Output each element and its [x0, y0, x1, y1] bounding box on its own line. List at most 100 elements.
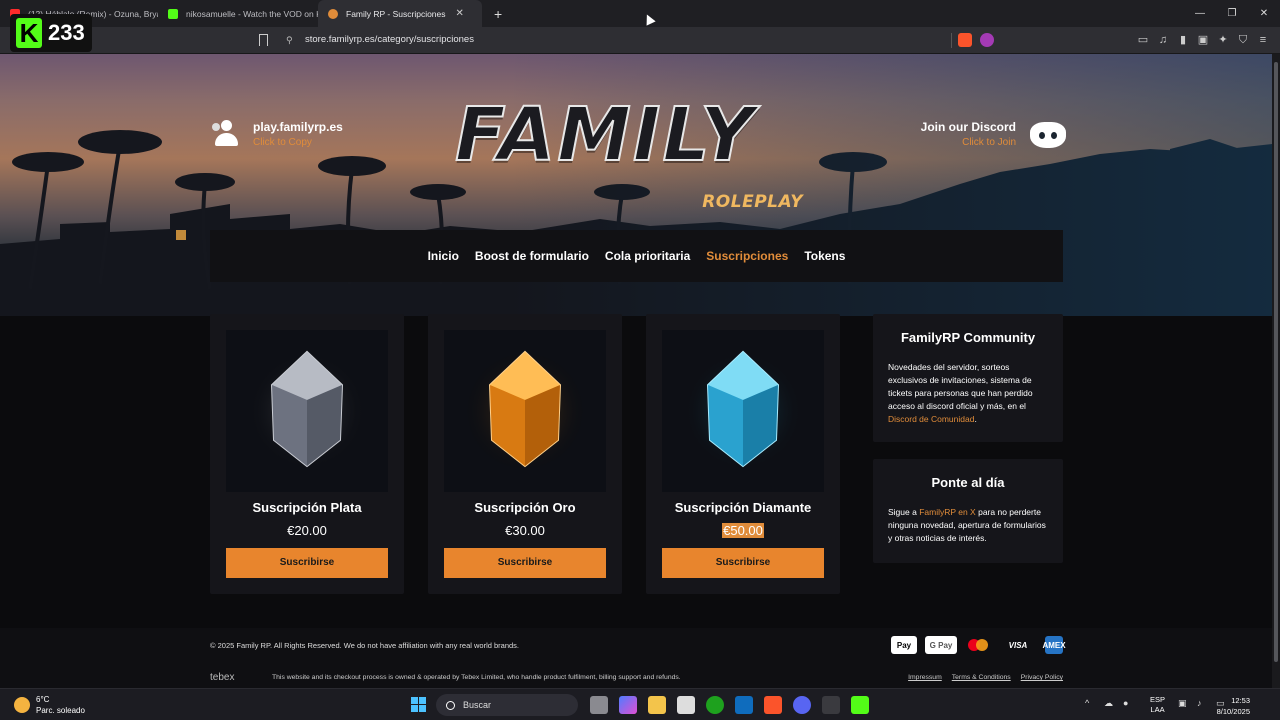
lang-code: ESP	[1150, 695, 1166, 704]
apple-pay-label: Pay	[896, 640, 912, 650]
network-icon[interactable]: ▣	[1178, 698, 1188, 710]
product-price: €20.00	[287, 523, 327, 538]
product-card-oro[interactable]: Suscripción Oro €30.00 Suscribirse	[428, 314, 622, 594]
minimize-button[interactable]: —	[1184, 0, 1216, 27]
tab-title: nikosamuelle - Watch the VOD on Ki	[186, 8, 318, 19]
copy-link[interactable]: Click to Copy	[253, 135, 343, 150]
nav-boost-de-formulario[interactable]: Boost de formulario	[475, 249, 589, 263]
weather-widget[interactable]: 6°C Parc. soleado	[14, 694, 85, 716]
kick-counter: 233	[48, 20, 85, 45]
widget-text: Sigue a FamilyRP en X para no perderte n…	[888, 506, 1048, 545]
clock-time: 12:53	[1231, 696, 1250, 705]
subscribe-button[interactable]: Suscribirse	[444, 548, 606, 578]
terms-link[interactable]: Terms & Conditions	[952, 674, 1011, 681]
tab-familyrp[interactable]: Family RP - Suscripciones ✕	[318, 0, 482, 27]
wallet-icon[interactable]: ▣	[1196, 33, 1210, 47]
window-controls: — ❐ ✕	[1184, 0, 1280, 27]
bookmark-icon[interactable]	[259, 34, 268, 46]
copyright-text: © 2025 Family RP. All Rights Reserved. W…	[210, 641, 520, 650]
outlook-icon[interactable]	[735, 696, 753, 714]
visa-icon: VISA	[999, 636, 1037, 654]
xbox-icon[interactable]	[706, 696, 724, 714]
impressum-link[interactable]: Impressum	[908, 674, 942, 681]
sidebar-icon[interactable]: ▮	[1176, 33, 1190, 47]
menu-icon[interactable]: ≡	[1256, 33, 1270, 47]
language-indicator[interactable]: ESP LAA	[1150, 695, 1165, 715]
close-window-button[interactable]: ✕	[1248, 0, 1280, 27]
toolbar-icons: ▭ ♫ ▮ ▣ ✦ ⛉ ≡	[1136, 33, 1270, 47]
windows-start-icon[interactable]	[411, 697, 426, 712]
kick-overlay: K 233	[10, 14, 92, 52]
weather-desc: Parc. soleado	[36, 706, 85, 715]
divider	[951, 33, 952, 48]
restore-button[interactable]: ❐	[1216, 0, 1248, 27]
search-icon	[446, 700, 455, 710]
page-scrollbar[interactable]	[1272, 54, 1280, 688]
subscribe-button[interactable]: Suscribirse	[226, 548, 388, 578]
brave-rewards-icon[interactable]	[980, 33, 994, 47]
system-clock[interactable]: 12:53 8/10/2025	[1217, 695, 1250, 717]
join-link[interactable]: Click to Join	[921, 135, 1016, 150]
volume-icon[interactable]: ♪	[1197, 698, 1207, 710]
mic-icon[interactable]: ●	[1123, 698, 1133, 710]
nav-cola-prioritaria[interactable]: Cola prioritaria	[605, 249, 690, 263]
users-icon	[212, 120, 240, 150]
nav-inicio[interactable]: Inicio	[428, 249, 459, 263]
discord-widget[interactable]: Join our Discord Click to Join	[921, 120, 1066, 150]
discord-community-link[interactable]: Discord de Comunidad	[888, 414, 974, 424]
product-price: €50.00	[646, 523, 840, 538]
pinned-apps	[590, 696, 869, 714]
media-icon[interactable]: ♫	[1156, 33, 1170, 47]
tab-kick[interactable]: nikosamuelle - Watch the VOD on Ki	[158, 0, 318, 27]
kick-taskbar-icon[interactable]	[851, 696, 869, 714]
taskbar-search[interactable]: Buscar	[436, 694, 578, 716]
widget-text: Novedades del servidor, sorteos exclusiv…	[888, 361, 1048, 426]
nav-tokens[interactable]: Tokens	[804, 249, 845, 263]
close-tab-icon[interactable]: ✕	[456, 8, 464, 19]
chevron-up-icon[interactable]: ^	[1085, 698, 1095, 710]
product-card-diamante[interactable]: Suscripción Diamante €50.00 Suscribirse	[646, 314, 840, 594]
nav-suscripciones[interactable]: Suscripciones	[706, 249, 788, 263]
server-address[interactable]: play.familyrp.es Click to Copy	[212, 120, 343, 150]
task-view-icon[interactable]	[590, 696, 608, 714]
news-pre-text: Sigue a	[888, 507, 920, 517]
familyrp-x-link[interactable]: FamilyRP en X	[919, 507, 976, 517]
kick-logo-icon: K	[16, 18, 42, 48]
web-page: FAMILY ROLEPLAY play.familyrp.es Click t…	[0, 54, 1280, 688]
privacy-link[interactable]: Privacy Policy	[1021, 674, 1063, 681]
subscribe-button[interactable]: Suscribirse	[662, 548, 824, 578]
leo-ai-icon[interactable]: ✦	[1216, 33, 1230, 47]
scrollbar-thumb[interactable]	[1274, 62, 1278, 662]
price-highlight: €50.00	[722, 523, 764, 538]
amex-label: AMEX	[1042, 640, 1066, 650]
punctuation: .	[974, 414, 977, 424]
search-placeholder: Buscar	[463, 700, 492, 710]
weather-temp: 6°C	[36, 695, 50, 704]
logo-main-text: FAMILY	[454, 91, 756, 179]
brave-shields-icon[interactable]	[958, 33, 972, 47]
weather-icon	[14, 697, 30, 713]
site-info-icon[interactable]: ⚲	[286, 35, 293, 46]
copilot-icon[interactable]	[619, 696, 637, 714]
discord-taskbar-icon[interactable]	[793, 696, 811, 714]
store-icon[interactable]	[677, 696, 695, 714]
tebex-disclaimer: This website and its checkout process is…	[272, 674, 681, 681]
screenshot-icon[interactable]: ▭	[1136, 33, 1150, 47]
windows-taskbar: 6°C Parc. soleado Buscar ^ ☁ ● ESP LAA ▣…	[0, 688, 1280, 720]
amex-icon: AMEX	[1042, 636, 1066, 654]
system-tray: ^ ☁ ●	[1085, 698, 1133, 710]
file-explorer-icon[interactable]	[648, 696, 666, 714]
game-icon[interactable]	[822, 696, 840, 714]
brave-icon[interactable]	[764, 696, 782, 714]
onedrive-icon[interactable]: ☁	[1104, 698, 1114, 710]
vpn-icon[interactable]: ⛉	[1236, 33, 1250, 47]
address-bar: ⚲ store.familyrp.es/category/suscripcion…	[0, 27, 1280, 54]
tebex-logo[interactable]: tebex	[210, 672, 234, 683]
gold-gem-icon	[463, 349, 587, 473]
site-logo[interactable]: FAMILY ROLEPLAY	[454, 91, 825, 222]
news-widget: Ponte al día Sigue a FamilyRP en X para …	[873, 459, 1063, 563]
url-input[interactable]: store.familyrp.es/category/suscripciones	[305, 34, 474, 45]
google-pay-icon: G Pay	[925, 636, 957, 654]
new-tab-button[interactable]: +	[494, 6, 502, 22]
product-card-plata[interactable]: Suscripción Plata €20.00 Suscribirse	[210, 314, 404, 594]
